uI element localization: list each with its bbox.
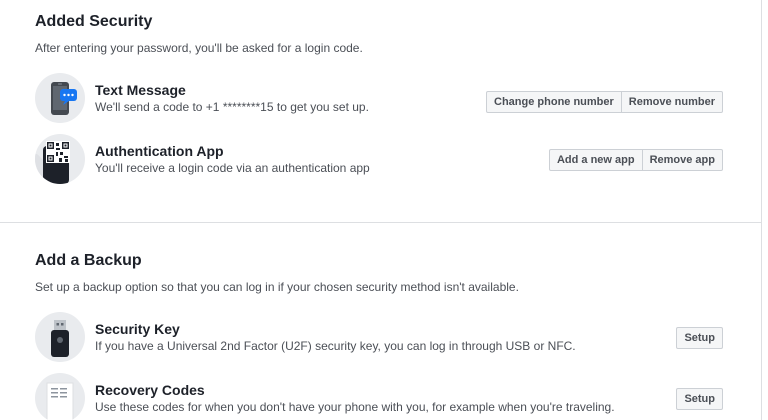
remove-app-button[interactable]: Remove app <box>642 149 723 171</box>
authentication-app-actions: Add a new app Remove app <box>548 149 723 171</box>
authentication-app-description: You'll receive a login code via an authe… <box>95 161 370 175</box>
add-backup-title: Add a Backup <box>35 252 142 269</box>
added-security-title: Added Security <box>35 13 153 30</box>
security-key-title: Security Key <box>95 321 180 337</box>
authentication-app-method-row: Authentication App You'll receive a logi… <box>0 134 762 188</box>
added-security-description: After entering your password, you'll be … <box>35 41 363 55</box>
recovery-codes-actions: Setup <box>676 388 723 410</box>
security-key-description: If you have a Universal 2nd Factor (U2F)… <box>95 339 576 353</box>
phone-message-icon <box>35 73 85 123</box>
security-key-actions: Setup <box>676 327 723 349</box>
add-new-app-button[interactable]: Add a new app <box>548 149 643 171</box>
recovery-codes-description: Use these codes for when you don't have … <box>95 400 615 414</box>
add-backup-section: Add a Backup Set up a backup option so t… <box>0 222 762 420</box>
remove-number-button[interactable]: Remove number <box>621 91 723 113</box>
security-key-setup-button[interactable]: Setup <box>676 327 723 349</box>
usb-security-key-icon <box>35 312 85 362</box>
recovery-codes-method-row: Recovery Codes Use these codes for when … <box>0 373 762 420</box>
security-key-method-row: Security Key If you have a Universal 2nd… <box>0 312 762 366</box>
authentication-app-title: Authentication App <box>95 143 224 159</box>
text-message-title: Text Message <box>95 82 186 98</box>
text-message-method-row: Text Message We'll send a code to +1 ***… <box>0 73 762 127</box>
qr-code-phone-icon <box>35 134 85 184</box>
recovery-codes-document-icon <box>35 373 85 420</box>
add-backup-description: Set up a backup option so that you can l… <box>35 280 519 294</box>
change-phone-number-button[interactable]: Change phone number <box>486 91 622 113</box>
recovery-codes-setup-button[interactable]: Setup <box>676 388 723 410</box>
text-message-description: We'll send a code to +1 ********15 to ge… <box>95 100 369 114</box>
added-security-section: Added Security After entering your passw… <box>0 0 762 222</box>
recovery-codes-title: Recovery Codes <box>95 382 205 398</box>
text-message-actions: Change phone number Remove number <box>486 91 723 113</box>
